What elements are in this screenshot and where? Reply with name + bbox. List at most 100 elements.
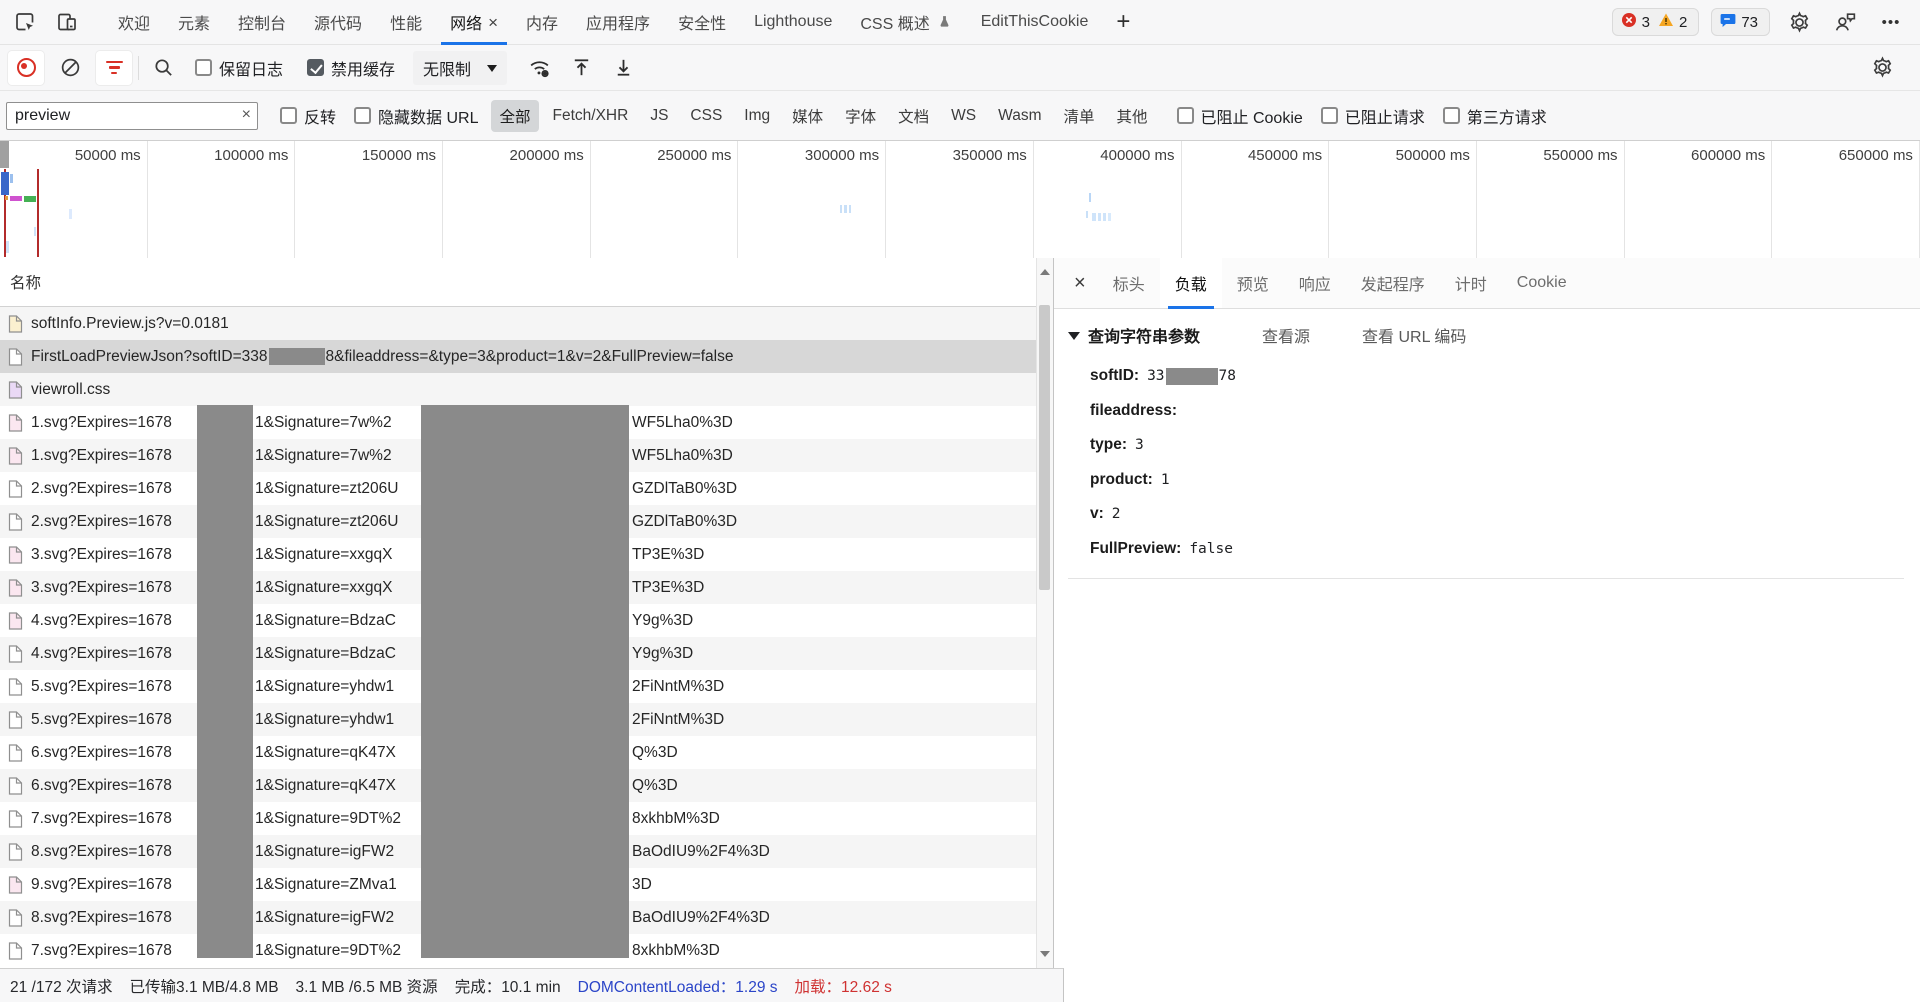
type-filter-chip[interactable]: WS [943,102,984,130]
waterfall-mark [10,174,13,183]
triangle-down-icon[interactable] [1068,332,1080,346]
request-url-segment: 7.svg?Expires=1678 [31,942,172,960]
file-icon [8,678,23,696]
blocked-requests-group[interactable]: 已阻止请求 [1321,104,1425,128]
disable-cache-checkbox[interactable] [307,59,324,76]
hide-data-urls-group[interactable]: 隐藏数据 URL [354,104,478,128]
details-tab[interactable]: Cookie [1502,258,1582,308]
details-tab[interactable]: 响应 [1284,258,1346,308]
query-string-section-header[interactable]: 查询字符串参数 查看源 查看 URL 编码 [1068,323,1904,347]
chevron-down-icon [487,65,497,77]
request-list-panel: 名称 softInfo.Preview.js?v=0.0181 FirstLoa… [0,258,1054,968]
type-filter-chip[interactable]: Img [736,102,778,130]
view-url-encoded-link[interactable]: 查看 URL 编码 [1362,323,1466,347]
more-tabs-button[interactable]: + [1102,0,1144,44]
search-button[interactable] [145,51,181,85]
scrollbar-thumb[interactable] [1039,305,1050,590]
request-url-segment: TP3E%3D [632,579,704,597]
blocked-requests-checkbox[interactable] [1321,107,1338,124]
third-party-group[interactable]: 第三方请求 [1443,104,1547,128]
scroll-up-icon[interactable] [1040,264,1050,275]
file-icon [8,480,23,498]
panel-tab[interactable]: EditThisCookie [967,0,1103,44]
hide-data-urls-checkbox[interactable] [354,107,371,124]
type-filter-chip[interactable]: 其他 [1109,100,1156,132]
preserve-log-group[interactable]: 保留日志 [195,56,283,80]
preserve-log-checkbox[interactable] [195,59,212,76]
clear-button[interactable] [52,51,88,85]
panel-tab[interactable]: 安全性 [664,0,740,44]
close-tab-icon[interactable]: × [488,14,498,31]
device-toolbar-icon[interactable] [50,6,84,38]
filter-button[interactable] [96,51,132,85]
panel-tab[interactable]: 网络 × [436,0,512,44]
details-tab[interactable]: 发起程序 [1346,258,1440,308]
panel-tab[interactable]: 性能 [376,0,436,44]
panel-tab[interactable]: Lighthouse [740,0,846,44]
type-filter-chip[interactable]: Wasm [990,102,1049,130]
invert-group[interactable]: 反转 [280,104,336,128]
type-filter-chip[interactable]: Fetch/XHR [545,102,637,130]
close-details-icon[interactable]: × [1062,258,1098,308]
panel-tab-label: 应用程序 [586,10,650,34]
details-tab[interactable]: 预览 [1222,258,1284,308]
messages-badge[interactable]: 73 [1711,8,1770,36]
file-icon [8,909,23,927]
type-filter-chip[interactable]: 文档 [890,100,937,132]
file-icon [8,711,23,729]
blocked-cookies-checkbox[interactable] [1177,107,1194,124]
record-button[interactable] [8,51,44,85]
list-scrollbar[interactable] [1036,258,1053,968]
network-settings-gear-icon[interactable] [1864,51,1900,85]
panel-tab[interactable]: 控制台 [224,0,300,44]
details-tab[interactable]: 负载 [1160,258,1222,308]
request-url-segment: 1&Signature=9DT%2 [255,810,401,828]
details-tab[interactable]: 计时 [1440,258,1502,308]
invert-checkbox[interactable] [280,107,297,124]
timeline-tick-label: 450000 ms [1182,141,1330,258]
view-source-link[interactable]: 查看源 [1262,323,1310,347]
inspect-element-icon[interactable] [8,6,42,38]
name-column-header[interactable]: 名称 [0,258,1053,307]
panel-tab[interactable]: CSS 概述 [846,0,966,44]
settings-gear-icon[interactable] [1782,6,1816,38]
clear-filter-icon[interactable]: × [242,106,251,124]
request-row[interactable]: viewroll.css [0,373,1053,406]
scroll-down-icon[interactable] [1040,951,1050,962]
details-tab[interactable]: 标头 [1098,258,1160,308]
panel-tab[interactable]: 元素 [164,0,224,44]
panel-tab[interactable]: 源代码 [300,0,376,44]
type-filter-chip[interactable]: CSS [682,102,730,130]
type-filter-chip[interactable]: 清单 [1055,100,1102,132]
export-har-button[interactable] [605,51,641,85]
waterfall-mark [6,241,9,253]
type-filter-chip[interactable]: 字体 [837,100,884,132]
type-filter-chip[interactable]: 全部 [491,100,538,132]
request-row[interactable]: softInfo.Preview.js?v=0.0181 [0,307,1053,340]
issues-badge[interactable]: 3 2 [1612,8,1700,36]
panel-tab[interactable]: 应用程序 [572,0,664,44]
waterfall-mark [69,209,72,219]
panel-tab[interactable]: 欢迎 [104,0,164,44]
devtools-window: 欢迎 元素 控制台 [0,0,1920,1002]
type-filter-chip[interactable]: 媒体 [784,100,831,132]
panel-tab[interactable]: 内存 [512,0,572,44]
type-filter-chip[interactable]: JS [642,102,676,130]
network-overview-timeline[interactable]: 50000 ms100000 ms150000 ms200000 ms25000… [0,141,1920,259]
more-options-icon[interactable]: ••• [1874,6,1908,38]
import-har-button[interactable] [563,51,599,85]
blocked-cookies-group[interactable]: 已阻止 Cookie [1177,104,1303,128]
request-row[interactable]: FirstLoadPreviewJson?softID=3388&fileadd… [0,340,1053,373]
throttling-select[interactable]: 无限制 [413,51,507,85]
feedback-person-icon[interactable] [1828,6,1862,38]
blocked-cookies-label: 已阻止 Cookie [1201,104,1303,128]
file-icon [8,414,23,432]
network-conditions-button[interactable] [521,51,557,85]
third-party-checkbox[interactable] [1443,107,1460,124]
filter-input[interactable] [6,102,258,130]
waterfall-mark [844,205,847,213]
request-url-segment: Y9g%3D [632,612,693,630]
summary-item: 21 /172 次请求 [10,975,113,997]
error-count: 3 [1642,14,1650,31]
disable-cache-group[interactable]: 禁用缓存 [307,56,395,80]
